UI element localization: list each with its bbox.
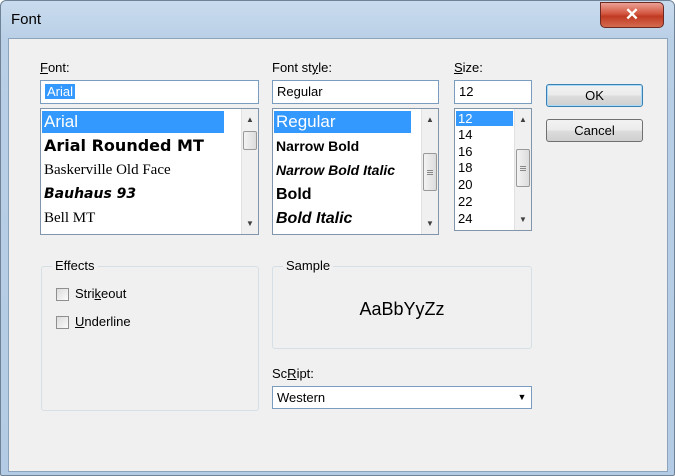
- font-style-list-item[interactable]: Bold: [274, 186, 312, 204]
- size-label: Size:: [454, 60, 483, 75]
- scroll-thumb[interactable]: [243, 131, 257, 150]
- font-list-item[interactable]: Bell MT: [42, 210, 95, 227]
- size-list-item[interactable]: 24: [456, 211, 472, 226]
- size-list-item[interactable]: 22: [456, 194, 472, 209]
- size-list-item[interactable]: 18: [456, 160, 472, 175]
- size-list-item[interactable]: 16: [456, 144, 472, 159]
- sample-group-title: Sample: [283, 258, 334, 273]
- close-icon: ✕: [624, 5, 640, 24]
- font-list-scrollbar[interactable]: ▲ ▼: [241, 109, 258, 234]
- script-dropdown[interactable]: Western ▼: [272, 386, 532, 409]
- title-bar[interactable]: Font ✕: [1, 1, 674, 39]
- size-list-item[interactable]: 12: [456, 111, 513, 126]
- scroll-down-icon[interactable]: ▼: [242, 215, 258, 232]
- font-name-value: Arial: [45, 84, 76, 99]
- sample-group: Sample AaBbYyZz: [272, 258, 532, 349]
- font-list-item[interactable]: Arial: [42, 111, 224, 133]
- font-list-item[interactable]: Arial Rounded MT: [42, 136, 204, 155]
- effects-group: Effects Strikeout Underline: [41, 258, 259, 411]
- size-input[interactable]: 12: [454, 80, 532, 104]
- font-style-list-item[interactable]: Narrow Bold Italic: [274, 162, 418, 178]
- size-list-item[interactable]: 20: [456, 177, 472, 192]
- chevron-down-icon[interactable]: ▼: [513, 387, 531, 408]
- scroll-up-icon[interactable]: ▲: [515, 111, 531, 128]
- font-dialog-window: Font ✕ Font: Arial Arial Arial Rounded M…: [0, 0, 675, 476]
- scroll-up-icon[interactable]: ▲: [242, 111, 258, 128]
- underline-checkbox[interactable]: [56, 316, 69, 329]
- close-button[interactable]: ✕: [600, 2, 664, 28]
- cancel-button[interactable]: Cancel: [546, 119, 643, 142]
- font-name-input[interactable]: Arial: [40, 80, 259, 104]
- scroll-up-icon[interactable]: ▲: [422, 111, 438, 128]
- underline-label[interactable]: Underline: [75, 314, 131, 329]
- script-label: ScRipt:: [272, 366, 314, 381]
- ok-button[interactable]: OK: [546, 84, 643, 107]
- dialog-client-area: Font: Arial Arial Arial Rounded MT Baske…: [8, 38, 668, 472]
- scroll-down-icon[interactable]: ▼: [515, 211, 531, 228]
- font-style-label: Font style:: [272, 60, 332, 75]
- font-style-input[interactable]: Regular: [272, 80, 439, 104]
- font-list[interactable]: Arial Arial Rounded MT Baskerville Old F…: [40, 108, 259, 235]
- strikeout-checkbox[interactable]: [56, 288, 69, 301]
- effects-group-title: Effects: [52, 258, 98, 273]
- font-style-list-item[interactable]: Narrow Bold: [274, 138, 359, 154]
- size-list[interactable]: 12 14 16 18 20 22 24 ▲ ▼: [454, 108, 532, 231]
- window-title: Font: [11, 11, 42, 28]
- scroll-down-icon[interactable]: ▼: [422, 215, 438, 232]
- font-style-list-item[interactable]: Bold Italic: [274, 210, 352, 228]
- font-list-item[interactable]: Bauhaus 93: [42, 186, 136, 202]
- script-value: Western: [277, 390, 326, 405]
- scroll-thumb[interactable]: [516, 149, 530, 187]
- font-style-list-scrollbar[interactable]: ▲ ▼: [421, 109, 438, 234]
- sample-preview-text: AaBbYyZz: [359, 299, 445, 319]
- scroll-thumb[interactable]: [423, 153, 437, 191]
- font-label: Font:: [40, 60, 70, 75]
- font-style-list[interactable]: Regular Narrow Bold Narrow Bold Italic B…: [272, 108, 439, 235]
- size-list-item[interactable]: 14: [456, 127, 472, 142]
- strikeout-label[interactable]: Strikeout: [75, 286, 126, 301]
- size-list-scrollbar[interactable]: ▲ ▼: [514, 109, 531, 230]
- font-style-list-item[interactable]: Regular: [274, 111, 411, 133]
- size-value: 12: [459, 84, 474, 99]
- font-style-value: Regular: [277, 84, 323, 99]
- font-list-item[interactable]: Baskerville Old Face: [42, 162, 171, 179]
